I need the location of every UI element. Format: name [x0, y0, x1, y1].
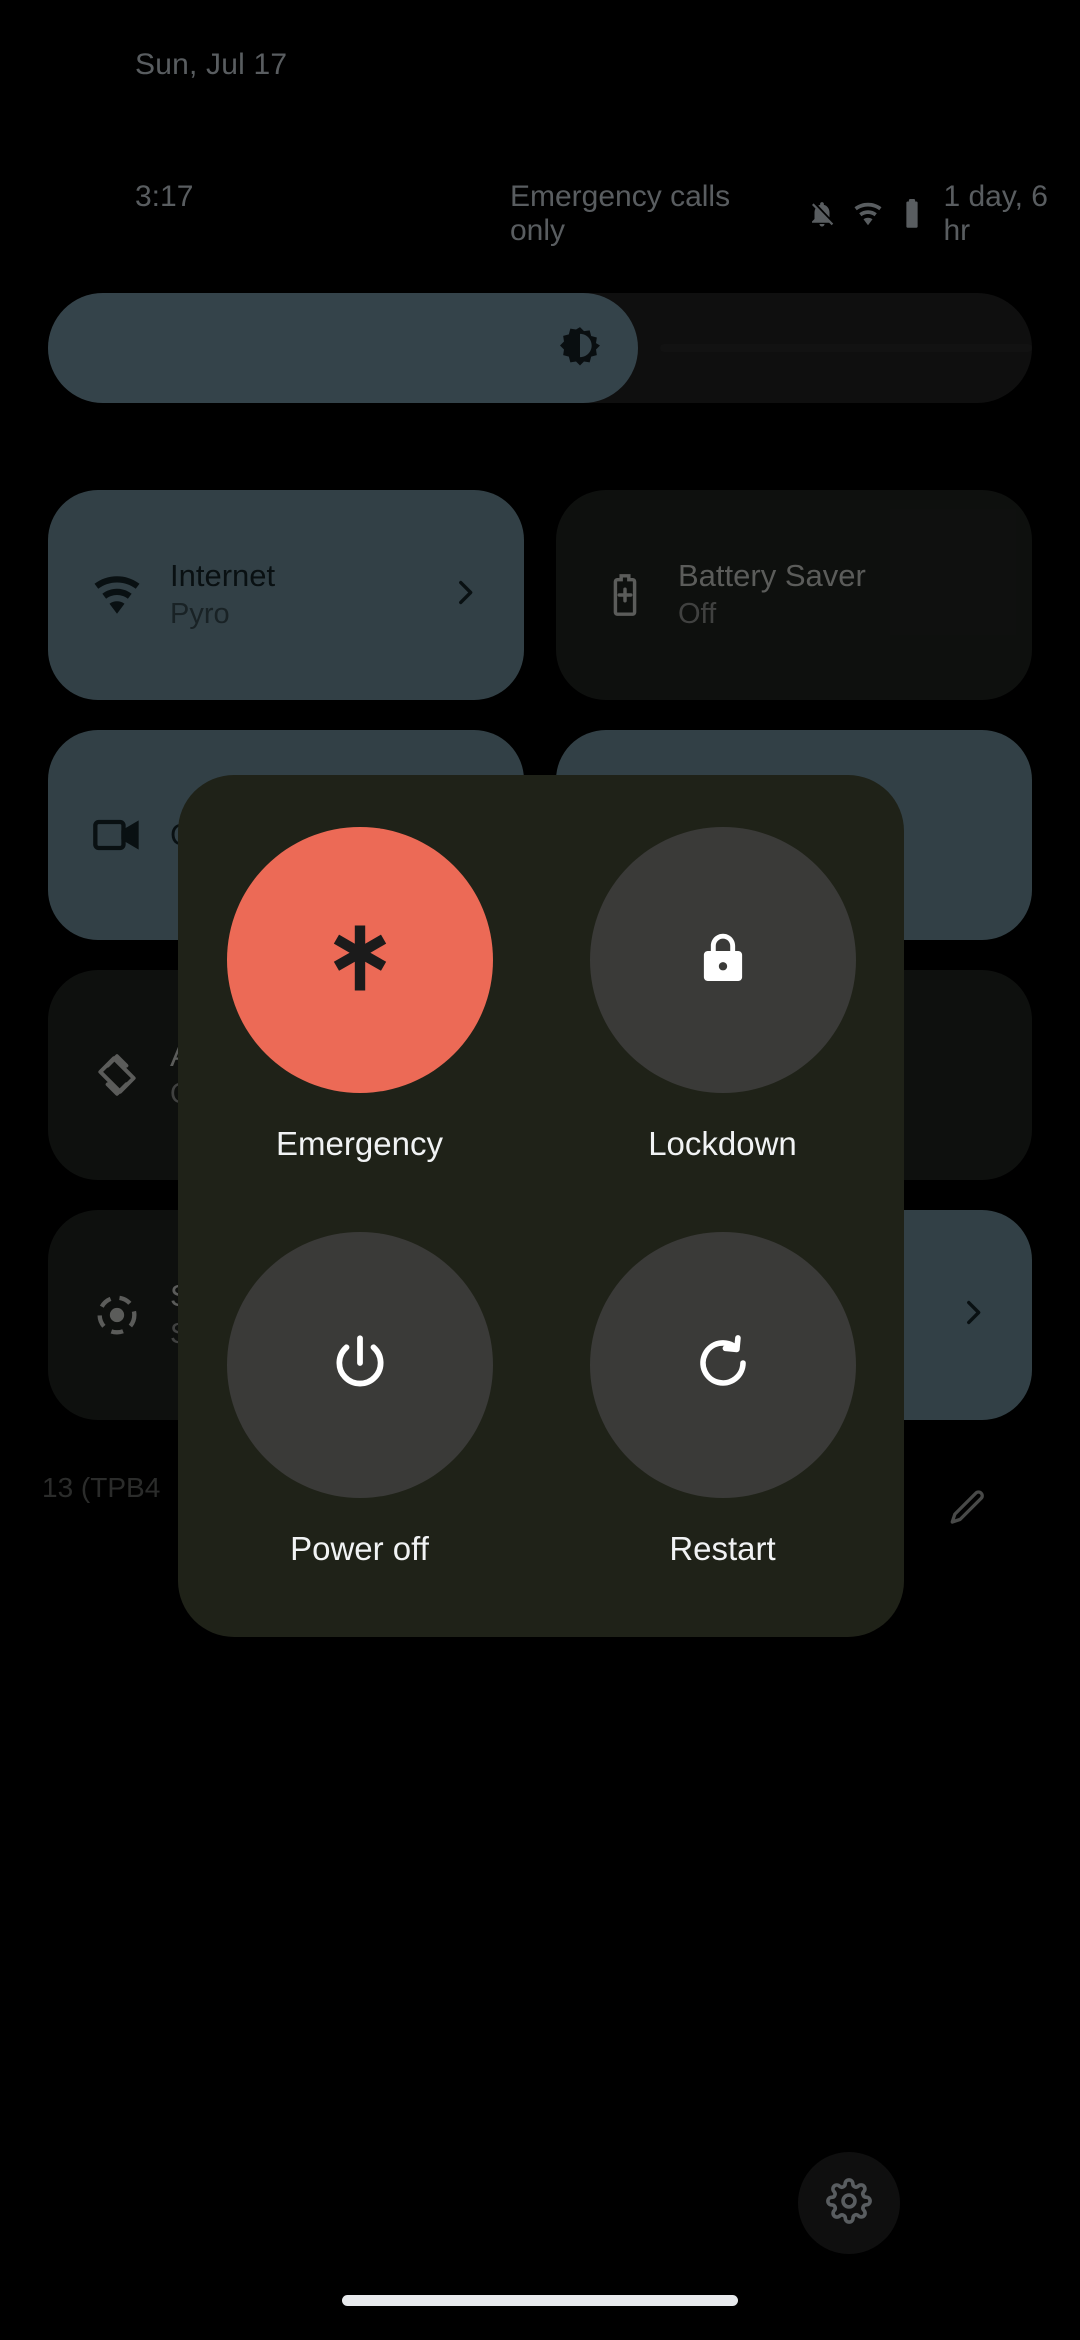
- home-indicator[interactable]: [342, 2295, 738, 2306]
- power-off-button[interactable]: [226, 1232, 493, 1498]
- restart-icon: [691, 1331, 755, 1400]
- emergency-button[interactable]: [226, 827, 493, 1093]
- restart-button[interactable]: [589, 1232, 856, 1498]
- power-menu-label: Restart: [669, 1530, 776, 1567]
- power-menu-grid: Emergency Lockdown Power off Restart: [178, 827, 904, 1637]
- power-menu-label: Lockdown: [648, 1125, 797, 1162]
- power-menu-label: Power off: [290, 1530, 429, 1567]
- emergency-star-icon: [321, 919, 399, 1002]
- power-menu-emergency[interactable]: Emergency: [178, 827, 541, 1232]
- power-menu-power-off[interactable]: Power off: [178, 1232, 541, 1637]
- quick-settings-screen: Sun, Jul 17 3:17 Emergency calls only 1 …: [0, 0, 1080, 2340]
- power-menu-lockdown[interactable]: Lockdown: [541, 827, 904, 1232]
- power-menu-dialog: Emergency Lockdown Power off Restart: [178, 775, 904, 1637]
- lock-icon: [692, 927, 754, 994]
- power-menu-restart[interactable]: Restart: [541, 1232, 904, 1637]
- lockdown-button[interactable]: [589, 827, 856, 1093]
- power-icon: [327, 1330, 393, 1401]
- power-menu-label: Emergency: [276, 1125, 443, 1162]
